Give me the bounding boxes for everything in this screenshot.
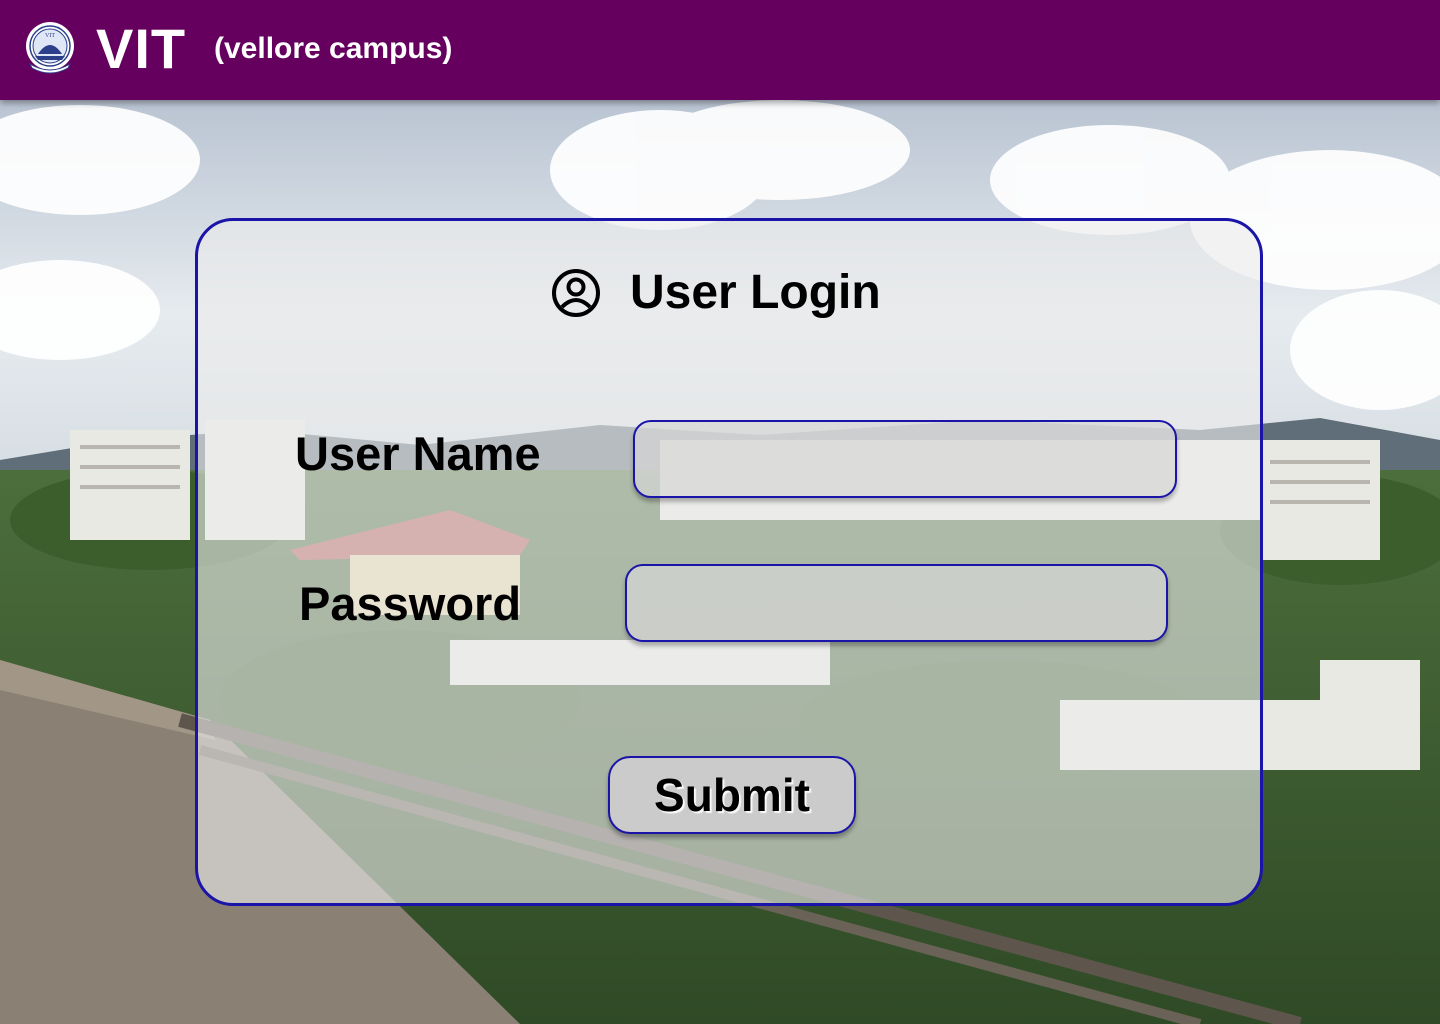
username-input[interactable] — [633, 420, 1177, 498]
password-input[interactable] — [625, 564, 1168, 642]
username-label: User Name — [295, 427, 541, 480]
vit-seal-logo-icon[interactable]: VIT — [24, 20, 76, 76]
top-header: VIT VIT (vellore campus) — [0, 0, 1440, 100]
campus-subtitle: (vellore campus) — [214, 32, 453, 65]
submit-button[interactable]: Submit — [608, 756, 856, 834]
logo-text: VIT — [45, 33, 55, 39]
user-circle-icon — [552, 269, 600, 317]
login-title: User Login — [550, 262, 881, 324]
login-title-text: User Login — [630, 266, 881, 319]
brand-title[interactable]: VIT — [96, 14, 186, 84]
password-label: Password — [299, 577, 522, 630]
